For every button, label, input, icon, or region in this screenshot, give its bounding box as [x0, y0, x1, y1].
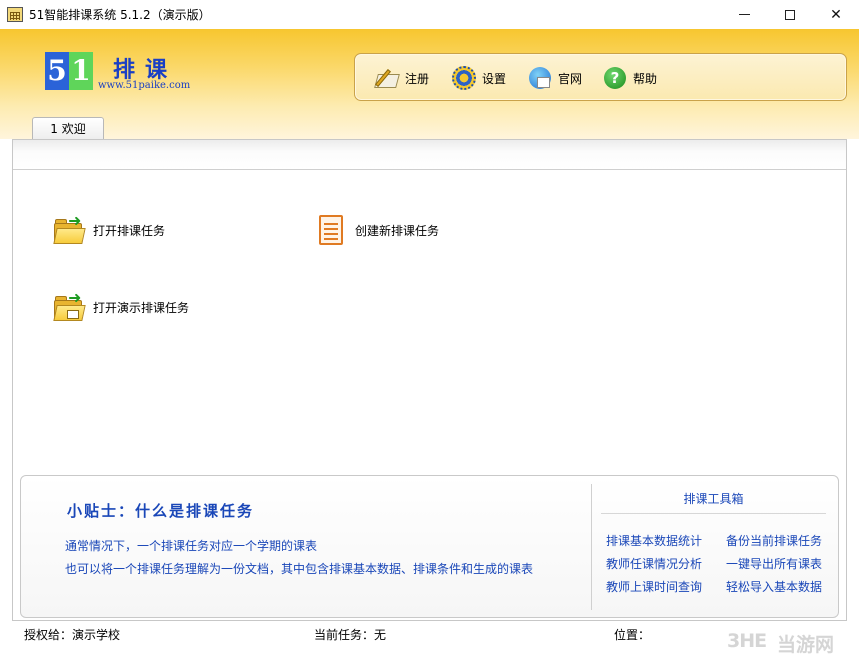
open-demo-task-label: 打开演示排课任务	[93, 300, 190, 315]
watermark-text: 当游网	[777, 634, 835, 656]
tip-title: 小贴士：什么是排课任务	[67, 502, 255, 520]
watermark: 3HE 当游网	[727, 628, 855, 658]
minimize-button[interactable]	[721, 0, 767, 29]
app-logo: 5 1 排课 www.51paike.com	[45, 52, 195, 96]
close-button[interactable]: ✕	[813, 0, 859, 29]
header-banner: 5 1 排课 www.51paike.com 注册 设置 官网 ? 帮助	[0, 29, 859, 139]
watermark-mark: 3HE	[727, 630, 767, 652]
tool-link-export-all[interactable]: 一键导出所有课表	[726, 555, 822, 572]
tips-box: 小贴士：什么是排课任务 通常情况下，一个排课任务对应一个学期的课表 也可以将一个…	[20, 475, 839, 618]
register-pen-icon	[373, 64, 401, 92]
website-globe-icon	[526, 64, 554, 92]
main-toolbar: 注册 设置 官网 ? 帮助	[354, 53, 847, 101]
help-button[interactable]: ? 帮助	[601, 63, 657, 93]
minimize-icon	[738, 14, 750, 15]
maximize-button[interactable]	[767, 0, 813, 29]
settings-button[interactable]: 设置	[450, 63, 506, 93]
window-title: 51智能排课系统 5.1.2（演示版）	[29, 8, 211, 22]
open-task-label: 打开排课任务	[93, 223, 166, 238]
new-task-button[interactable]: 创建新排课任务	[315, 214, 439, 246]
welcome-panel: ➜ 打开排课任务 创建新排课任务 ➜ 打开演示排课任务 小贴士：什么是排课任务 …	[12, 139, 847, 621]
tip-line-2: 也可以将一个排课任务理解为一份文档，其中包含排课基本数据、排课条件和生成的课表	[65, 562, 534, 576]
panel-header-strip	[13, 140, 846, 170]
status-current-task: 当前任务：无	[314, 628, 387, 642]
tool-link-teacher-analysis[interactable]: 教师任课情况分析	[606, 555, 702, 572]
new-task-label: 创建新排课任务	[355, 223, 440, 238]
close-icon: ✕	[830, 6, 842, 23]
tool-link-import-data[interactable]: 轻松导入基本数据	[726, 578, 822, 595]
settings-gear-icon	[450, 64, 478, 92]
logo-digit-5: 5	[45, 52, 69, 90]
website-button[interactable]: 官网	[526, 63, 582, 93]
register-label: 注册	[405, 71, 430, 86]
website-label: 官网	[558, 71, 583, 86]
title-bar: 51智能排课系统 5.1.2（演示版） ✕	[0, 0, 859, 29]
maximize-icon	[785, 9, 795, 20]
settings-label: 设置	[482, 71, 507, 86]
help-icon: ?	[601, 64, 629, 92]
tool-link-backup-task[interactable]: 备份当前排课任务	[726, 532, 822, 549]
tool-link-teacher-time[interactable]: 教师上课时间查询	[606, 578, 702, 595]
tab-welcome[interactable]: 1 欢迎	[32, 117, 104, 139]
open-demo-folder-icon: ➜	[53, 290, 86, 323]
status-position: 位置：	[614, 628, 651, 642]
open-folder-icon: ➜	[53, 213, 86, 246]
app-calendar-icon	[7, 7, 23, 22]
register-button[interactable]: 注册	[373, 63, 429, 93]
toolbox-title: 排课工具箱	[601, 490, 826, 514]
open-demo-task-button[interactable]: ➜ 打开演示排课任务	[53, 290, 190, 323]
open-task-button[interactable]: ➜ 打开排课任务	[53, 213, 166, 246]
logo-url: www.51paike.com	[98, 80, 191, 91]
tip-line-1: 通常情况下，一个排课任务对应一个学期的课表	[65, 539, 318, 553]
tool-link-data-stats[interactable]: 排课基本数据统计	[606, 532, 702, 549]
status-licensed: 授权给：演示学校	[24, 628, 121, 642]
logo-digit-1: 1	[69, 52, 93, 90]
help-label: 帮助	[633, 71, 658, 86]
toolbox-divider	[591, 484, 592, 610]
new-document-icon	[315, 214, 347, 246]
